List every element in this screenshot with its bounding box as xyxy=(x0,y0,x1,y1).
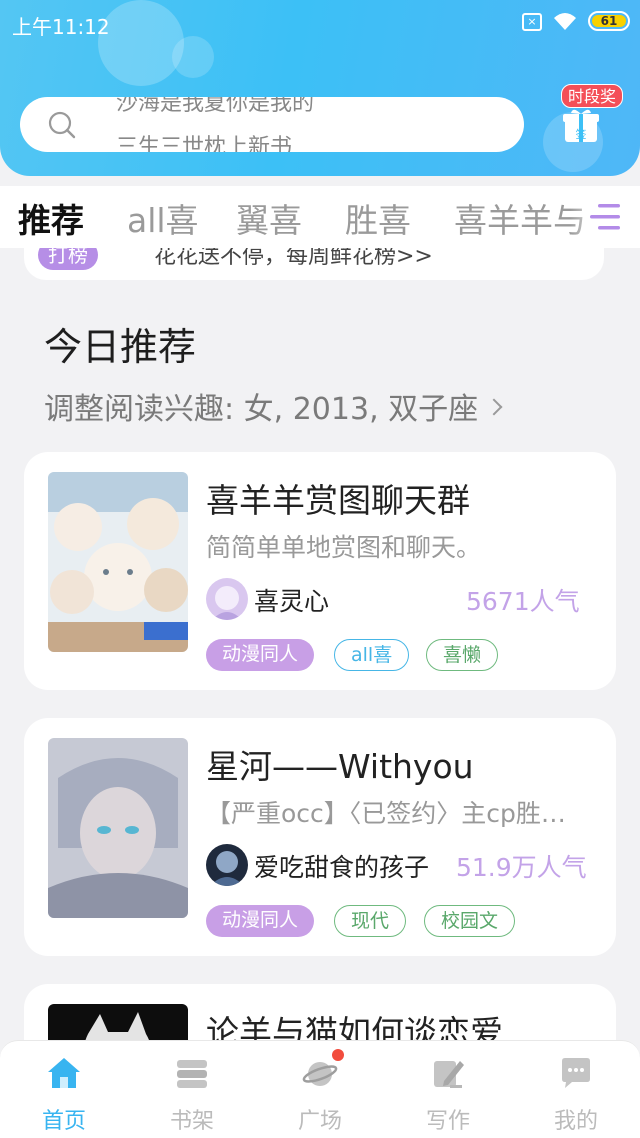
flower-ranking-banner[interactable]: 打榜 花花送不停，每周鲜花榜>> xyxy=(24,248,604,280)
nav-home-label: 首页 xyxy=(41,1109,86,1134)
nav-plaza[interactable]: 广场 xyxy=(270,1049,370,1135)
reward-badge: 时段奖 xyxy=(561,84,624,108)
tag[interactable]: 校园文 xyxy=(424,905,516,937)
header: 上午11:12 × 61 沙海是我夏你是我的 三生三世枕上新书 时段奖 签 xyxy=(0,0,640,176)
gift-icon: 签 xyxy=(563,109,599,142)
interest-text: 调整阅读兴趣: 女, 2013, 双子座 xyxy=(44,392,479,427)
book-description: 简简单单地赏图和聊天。 xyxy=(206,533,482,562)
battery-icon: 61 xyxy=(588,11,630,31)
book-card[interactable]: 论羊与猫如何谈恋爱 xyxy=(24,984,616,1040)
popularity-count: 51.9万人气 xyxy=(456,853,587,882)
search-icon xyxy=(48,111,76,139)
tab-pleasant-goat[interactable]: 喜羊羊与 xyxy=(454,194,586,242)
home-icon xyxy=(48,1058,80,1088)
nav-me-label: 我的 xyxy=(553,1109,598,1134)
tab-sheng-xi[interactable]: 胜喜 xyxy=(345,194,411,242)
wifi-icon xyxy=(554,13,576,30)
svg-text:签: 签 xyxy=(576,127,587,141)
ranking-link-text: 花花送不停，每周鲜花榜>> xyxy=(154,248,433,269)
book-cover xyxy=(48,1004,188,1040)
nav-bookshelf[interactable]: 书架 xyxy=(142,1051,242,1135)
status-bar: 上午11:12 × 61 xyxy=(0,0,640,46)
nav-me[interactable]: 我的 xyxy=(526,1051,626,1135)
tab-recommend[interactable]: 推荐 xyxy=(18,194,84,242)
tag[interactable]: 现代 xyxy=(334,905,407,937)
notification-dot xyxy=(332,1049,344,1061)
bottom-navigation: 首页 书架 广场 写作 我的 xyxy=(0,1040,640,1138)
book-card[interactable]: 星河——Withyou 【严重occ】〈已签约〉主cp胜… 爱吃甜食的孩子 51… xyxy=(24,718,616,956)
category-tabs: 推荐 all喜 翼喜 胜喜 喜羊羊与 xyxy=(0,186,640,248)
pen-icon xyxy=(434,1061,464,1088)
popularity-count: 5671人气 xyxy=(466,587,580,616)
book-cover xyxy=(48,738,188,918)
category-menu-icon[interactable] xyxy=(588,202,622,232)
book-title: 喜羊羊赏图聊天群 xyxy=(206,481,470,520)
tag[interactable]: 动漫同人 xyxy=(206,639,315,671)
status-time: 上午11:12 xyxy=(12,15,110,39)
feed: 打榜 花花送不停，每周鲜花榜>> 今日推荐 调整阅读兴趣: 女, 2013, 双… xyxy=(0,248,640,1040)
search-hint: 三生三世枕上新书 xyxy=(116,135,293,152)
tab-all-xi[interactable]: all喜 xyxy=(127,194,199,242)
rank-badge: 打榜 xyxy=(38,248,98,270)
author-name: 喜灵心 xyxy=(254,587,330,616)
signin-reward-button[interactable]: 时段奖 签 xyxy=(557,84,633,154)
nav-bookshelf-label: 书架 xyxy=(169,1109,214,1134)
search-bar[interactable]: 沙海是我夏你是我的 三生三世枕上新书 xyxy=(20,97,524,152)
nav-write-label: 写作 xyxy=(425,1109,470,1134)
search-hint-previous: 沙海是我夏你是我的 xyxy=(116,97,315,116)
sim-off-icon: × xyxy=(522,13,542,31)
book-title: 论羊与猫如何谈恋爱 xyxy=(206,1013,503,1040)
chevron-right-icon xyxy=(485,398,503,416)
author-name: 爱吃甜食的孩子 xyxy=(254,853,430,882)
battery-level: 61 xyxy=(600,14,618,28)
nav-plaza-label: 广场 xyxy=(297,1109,342,1134)
section-title: 今日推荐 xyxy=(44,325,197,369)
chat-bubble-icon xyxy=(562,1058,590,1088)
avatar xyxy=(206,844,248,886)
nav-write[interactable]: 写作 xyxy=(398,1051,498,1135)
avatar xyxy=(206,578,248,620)
book-title: 星河——Withyou xyxy=(206,747,474,786)
book-cover xyxy=(48,472,188,652)
bookshelf-icon xyxy=(177,1060,207,1088)
tag[interactable]: 喜懒 xyxy=(426,639,499,671)
adjust-interest-link[interactable]: 调整阅读兴趣: 女, 2013, 双子座 xyxy=(44,384,503,428)
planet-icon xyxy=(302,1062,338,1086)
tab-yi-xi[interactable]: 翼喜 xyxy=(236,194,302,242)
book-card[interactable]: 喜羊羊赏图聊天群 简简单单地赏图和聊天。 喜灵心 5671人气 动漫同人 all… xyxy=(24,452,616,690)
nav-home[interactable]: 首页 xyxy=(14,1051,114,1135)
tag[interactable]: 动漫同人 xyxy=(206,905,315,937)
book-description: 【严重occ】〈已签约〉主cp胜… xyxy=(206,799,566,828)
tag[interactable]: all喜 xyxy=(334,639,410,671)
